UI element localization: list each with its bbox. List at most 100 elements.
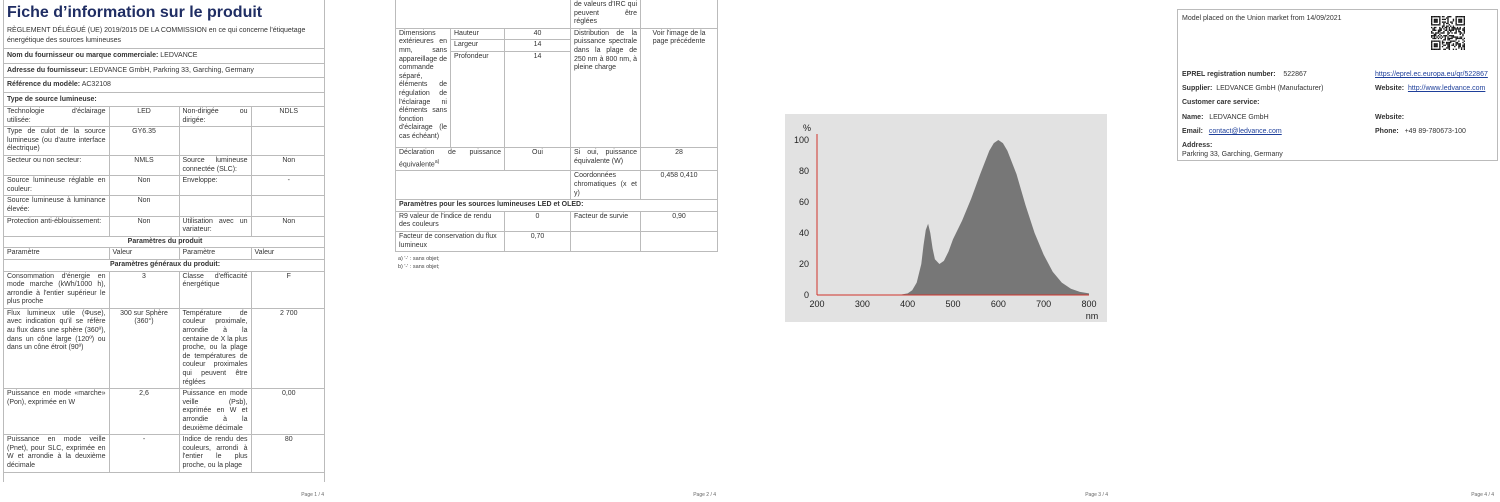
param-value: - [250,175,324,197]
param-row: Puissance en mode veille (Pnet), pour SL… [4,434,324,473]
address-label: Address: [1182,142,1213,149]
spectral-area [898,140,1089,295]
dim-name: Largeur [450,39,505,52]
page-number: Page 4 / 4 [1471,492,1494,498]
product-info-sheet: Fiche d’information sur le produit RÈGLE… [3,0,325,482]
spectral-label: Distribution de la puissance spectrale d… [570,27,642,148]
supplier-row: Supplier: LEDVANCE GmbH (Manufacturer) [1182,84,1323,93]
header-value-1: Valeur [108,247,180,260]
param-value: Non [108,195,180,217]
general-title: Paramètres généraux du produit: [4,258,324,272]
y-tick-label: 20 [799,259,809,269]
eprel-value: 522867 [1283,71,1307,78]
param-value: NDLS [250,105,324,128]
param-value: Non [250,154,324,177]
header-param-1: Paramètre [4,247,110,260]
page-4: Model placed on the Union market from 14… [1176,0,1500,502]
source-row: Type de culot de la source lumineuse (ou… [4,126,324,156]
page-number: Page 2 / 4 [693,492,716,498]
dim-value: 14 [503,50,572,148]
x-tick-label: 800 [1081,299,1096,309]
page-3: 0 20 40 60 80 100 200 300 400 500 600 700 800 % nm … [784,0,1114,502]
param-label [178,126,252,156]
page-number: Page 1 / 4 [301,492,324,498]
param-label: Flux lumineux utile (Φuse), avec indicat… [4,307,110,390]
eprel-label: EPREL registration number: [1182,71,1276,78]
x-tick-label: 700 [1036,299,1051,309]
name-row: Name: LEDVANCE GmbH [1182,113,1269,122]
dim-name: Hauteur [450,27,505,41]
param-label: Source lumineuse réglable en couleur: [4,175,110,197]
param-row: Consommation d'énergie en mode marche (k… [4,270,324,309]
param-label: Puissance en mode veille (Psb), exprimée… [178,388,252,436]
email-label: Email: [1182,128,1204,135]
regulation-text: RÈGLEMENT DÉLÉGUÉ (UE) 2019/2015 DE LA C… [7,27,306,44]
supplier-row: Nom du fournisseur ou marque commerciale… [4,48,324,63]
param-value: 80 [250,434,324,473]
supplier-label: Nom du fournisseur ou marque commerciale… [7,52,159,59]
website2-label: Website: [1375,114,1405,121]
source-type-table: Technologie d'éclairage utilisée: LED Non-… [4,105,324,473]
param-value: GY6.35 [108,126,180,156]
y-tick-label: 40 [799,228,809,238]
y-tick-label: 100 [794,135,809,145]
qr-code-icon[interactable] [1431,16,1465,50]
x-tick-label: 200 [809,299,824,309]
x-tick-label: 400 [900,299,915,309]
param-label: Source lumineuse à luminance élevée: [4,195,110,217]
eprel-link[interactable]: https://eprel.ec.europa.eu/qr/522867 [1375,70,1488,79]
equiv-power-label: Si oui, puissance équivalente (W) [570,146,642,172]
dimensions-table: de valeurs d'IRC qui peuvent être réglée… [394,0,719,253]
param-label [178,195,252,217]
spectral-chart: 0 20 40 60 80 100 200 300 400 500 600 700 800 % nm [785,114,1107,322]
params-title-row: Paramètres du produit [4,235,324,249]
address-value: LEDVANCE GmbH, Parkring 33, Garching, Ge… [89,66,254,74]
r9-label: R9 valeur de l'indice de rendu des coule… [395,210,505,233]
r9-row: R9 valeur de l'indice de rendu des coule… [395,210,719,233]
irc-row: de valeurs d'IRC qui peuvent être réglée… [394,0,719,29]
model-label: Référence du modèle: [7,81,81,88]
param-label: Puissance en mode «marche» (Pon), exprim… [4,388,110,436]
equiv-power-value: 28 [640,146,719,172]
param-value: 3 [108,270,180,309]
params-title: Paramètres du produit [4,235,324,249]
param-label: Utilisation avec un variateur: [178,215,252,237]
website-link[interactable]: http://www.ledvance.com [1408,85,1485,92]
header-value-2: Valeur [250,247,324,260]
param-value [250,195,324,217]
equiv-row: Déclaration de puissance équivalentea) O… [395,146,719,172]
equiv-label-cell: Déclaration de puissance équivalentea) [395,146,505,172]
chroma-row: Coordonnées chromatiques (x et y) 0,458 … [394,170,719,201]
param-value: 300 sur Sphère (360°) [108,307,180,390]
phone-label: Phone: [1375,128,1399,135]
email-link[interactable]: contact@ledvance.com [1209,128,1282,135]
y-tick-label: 60 [799,197,809,207]
supplier-label: Supplier: [1182,85,1213,92]
param-value: 2,6 [108,388,180,436]
email-row: Email: contact@ledvance.com [1182,127,1282,136]
website-label: Website: [1375,85,1405,92]
params-header-row: Paramètre Valeur Paramètre Valeur [4,247,324,260]
chroma-value: 0,458 0,410 [640,170,719,201]
param-value: NMLS [108,154,180,177]
y-tick-label: 80 [799,166,809,176]
param-label: Consommation d'énergie en mode marche (k… [4,270,110,309]
address-label: Adresse du fournisseur: [7,66,88,74]
y-axis-label: % [803,123,811,133]
header-param-2: Paramètre [178,247,252,260]
x-tick-label: 300 [855,299,870,309]
x-axis-label: nm [1086,311,1099,321]
param-value: 2 700 [250,307,324,390]
param-label: Technologie d'éclairage utilisée: [4,105,110,128]
param-value: LED [108,105,180,128]
param-label: Source lumineuse connectée (SLC): [178,154,252,177]
param-label: Classe d'efficacité énergétique [178,270,252,309]
param-value: F [250,270,324,309]
survival-label: Facteur de survie [570,210,642,233]
irc-continued: de valeurs d'IRC qui peuvent être réglée… [570,0,642,29]
address-value: Parkring 33, Garching, Germany [1182,151,1283,158]
param-label: Non-dirigée ou dirigée: [178,105,252,128]
footnote-a: a) '-' : sans objet; [398,256,440,263]
phone-row: Phone: +49 89-780673-100 [1375,127,1466,136]
dim-name: Profondeur [450,50,505,148]
